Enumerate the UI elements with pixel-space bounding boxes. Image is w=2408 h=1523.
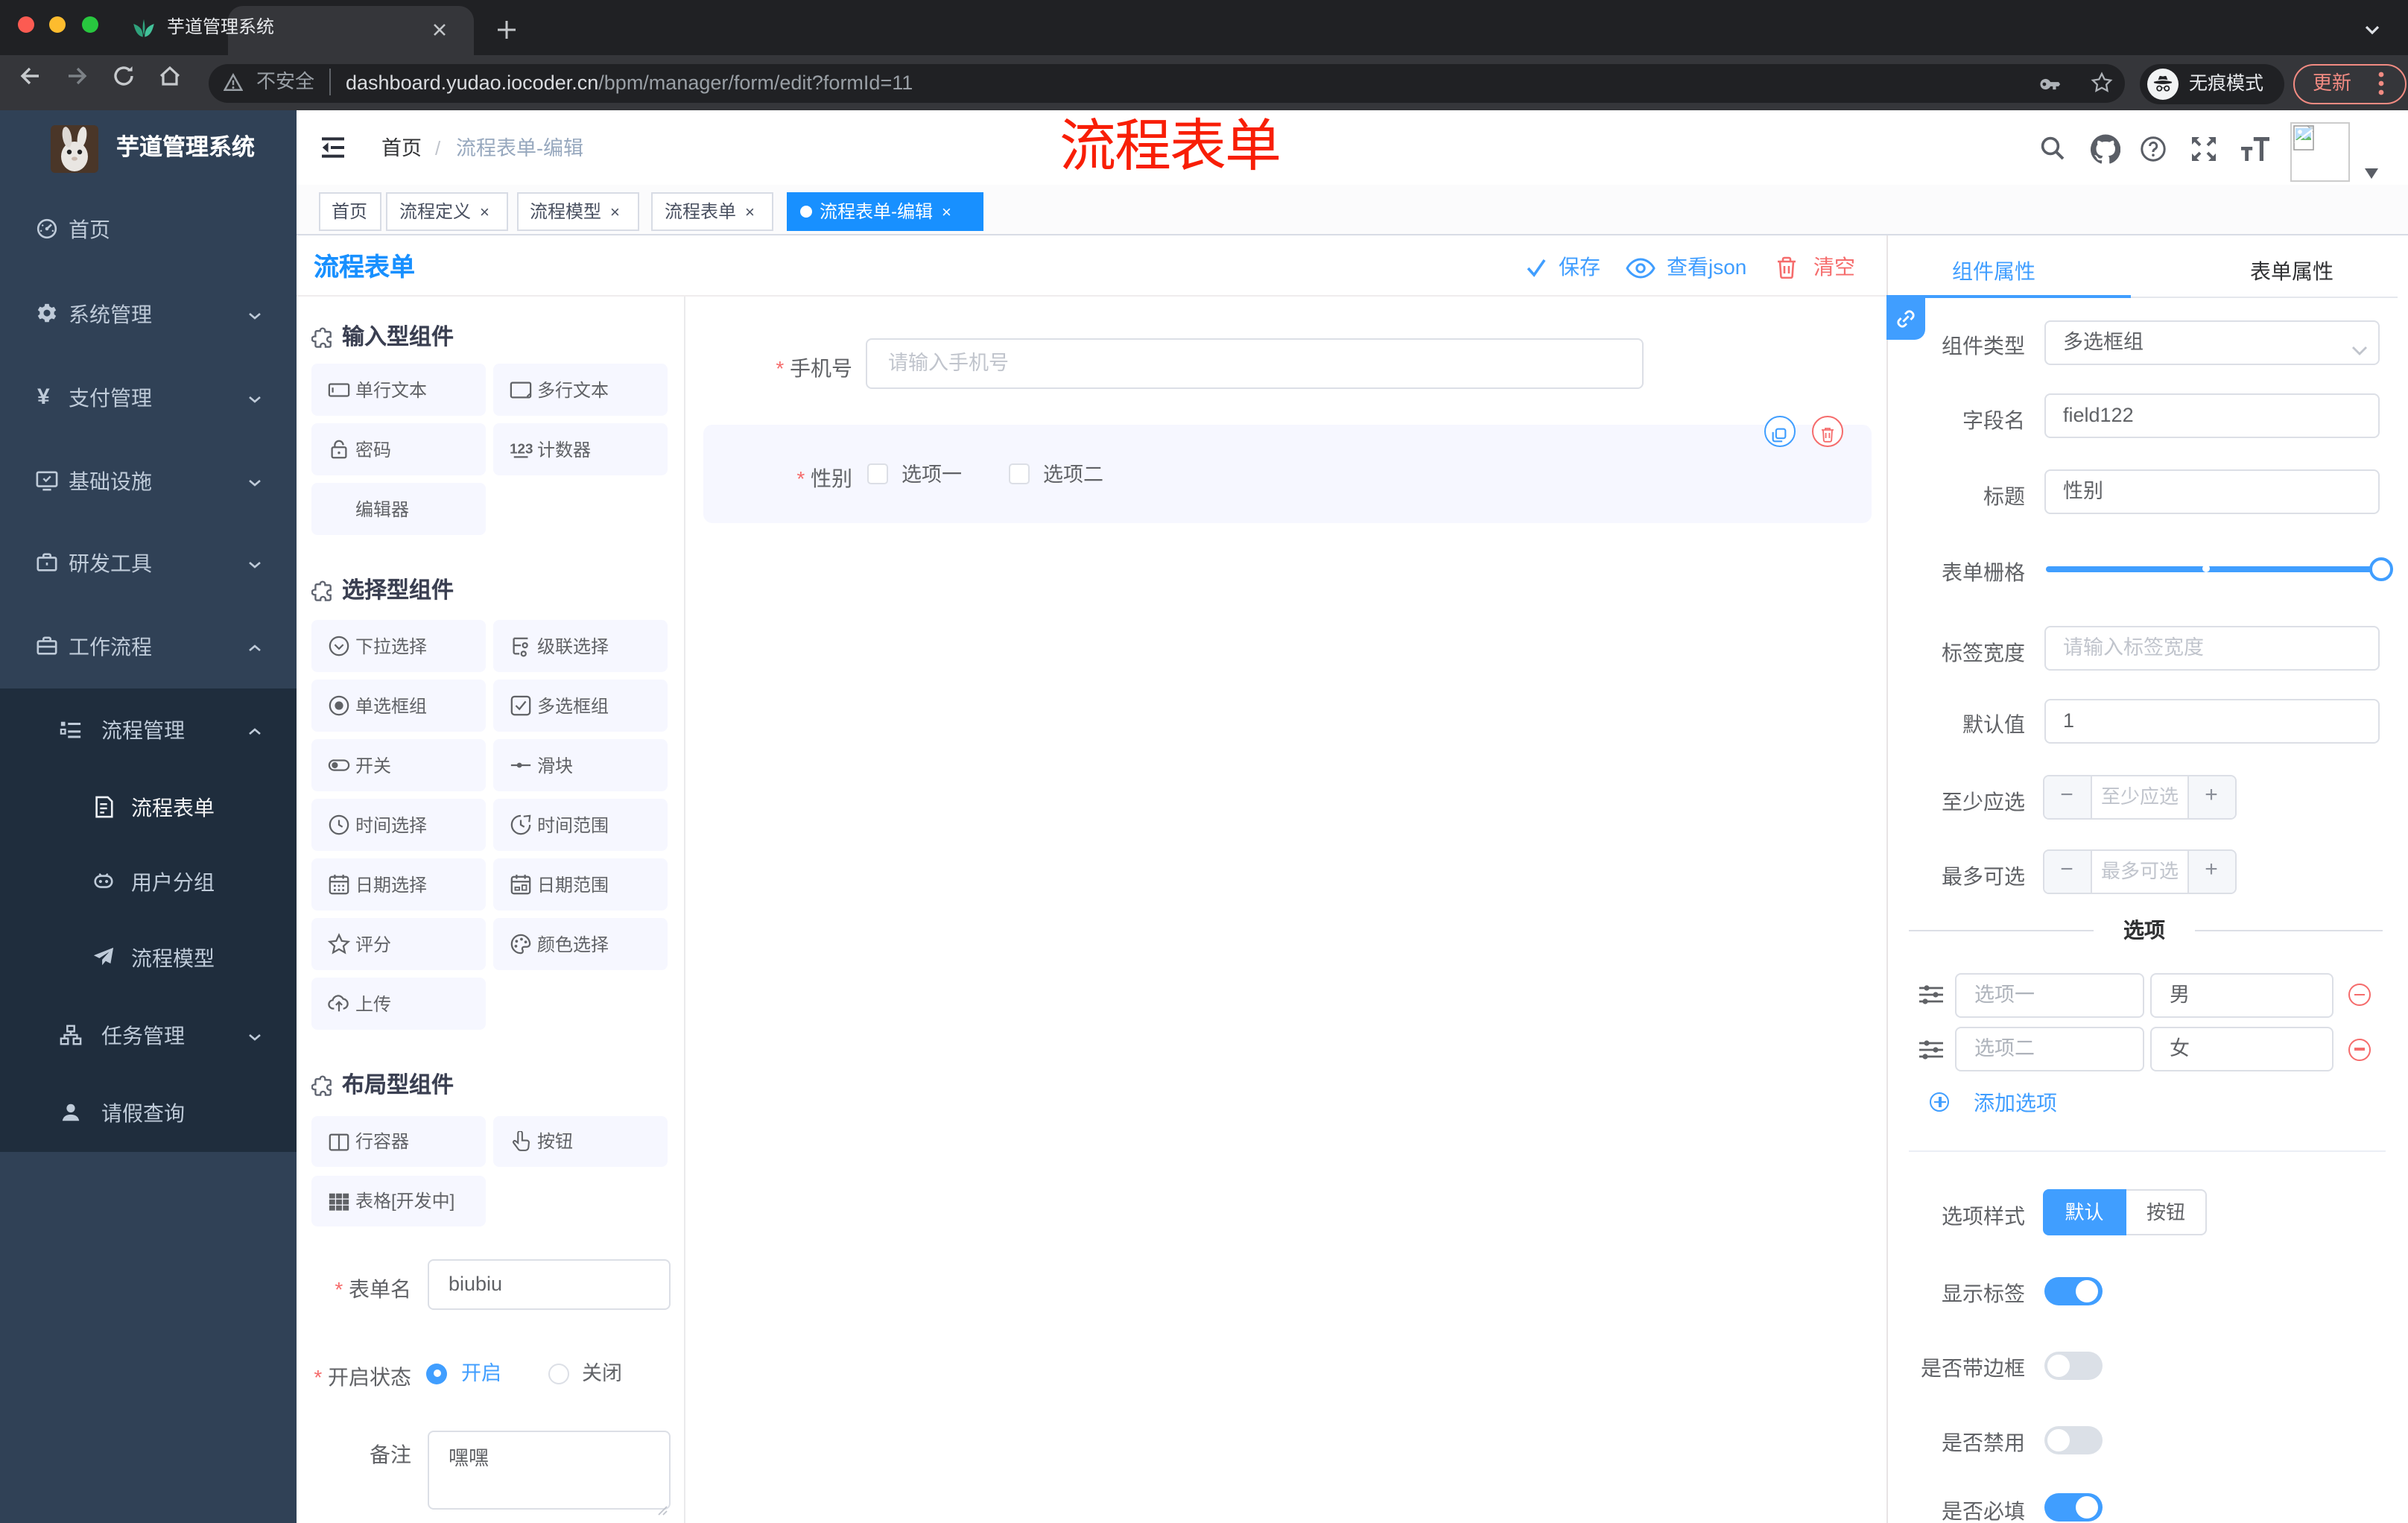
svg-text:123: 123	[509, 441, 532, 457]
